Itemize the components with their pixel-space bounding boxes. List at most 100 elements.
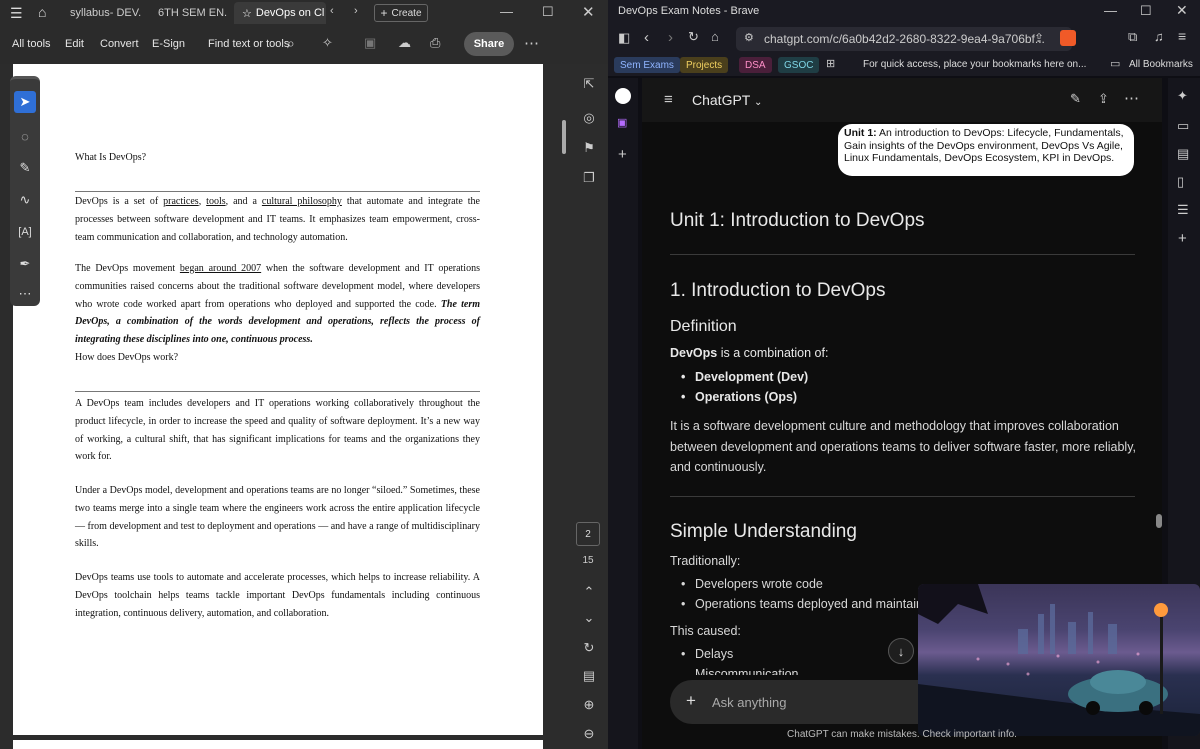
scroll-to-bottom-button[interactable]: ↓ (888, 638, 914, 664)
close-icon[interactable]: ✕ (582, 3, 595, 21)
browser-menu-icon[interactable]: ≡ (1178, 28, 1186, 44)
page-down-icon[interactable]: ⌄ (580, 610, 598, 626)
tab-devops-active[interactable]: ☆ DevOps on Cl (234, 2, 326, 24)
bookmark-sem-exams[interactable]: Sem Exams (614, 57, 680, 73)
page-fit-icon[interactable]: ▤ (580, 668, 598, 684)
pdf-scrollbar[interactable] (562, 120, 566, 154)
select-cursor-icon[interactable]: ➤ (14, 91, 36, 113)
more-options-icon[interactable]: ⋯ (524, 34, 539, 52)
upload-cloud-icon[interactable]: ☁ (398, 35, 411, 51)
new-chat-icon[interactable]: ✎ (1070, 91, 1081, 107)
wallet-icon[interactable]: ▤ (1177, 146, 1189, 162)
share-chat-icon[interactable]: ⇪ (1098, 91, 1109, 107)
rotate-icon[interactable]: ↻ (580, 640, 598, 656)
zoom-in-icon[interactable]: ⊕ (580, 697, 598, 713)
maximize-icon[interactable]: ☐ (1140, 3, 1152, 19)
page-up-icon[interactable]: ⌃ (580, 584, 598, 600)
tab-6th-sem[interactable]: 6TH SEM EN... (150, 2, 228, 24)
find-text-field[interactable]: Find text or tools (208, 38, 289, 50)
list-item: Miscommunication (695, 667, 799, 675)
link-tools[interactable]: tools (206, 196, 225, 207)
leo-ai-icon[interactable]: ▣ (617, 116, 627, 129)
all-bookmarks-link[interactable]: All Bookmarks (1129, 59, 1193, 70)
comments-panel-icon[interactable]: ◎ (580, 110, 598, 126)
link-practices[interactable]: practices (163, 196, 199, 207)
zoom-out-icon[interactable]: ⊖ (580, 726, 598, 742)
search-icon[interactable]: ⌕ (287, 35, 295, 52)
model-selector[interactable]: ChatGPT ⌄ (692, 92, 762, 108)
text-box-icon[interactable]: [A] (14, 221, 36, 243)
chatgpt-logo-icon[interactable] (615, 88, 631, 104)
highlight-pen-icon[interactable]: ✎ (14, 157, 36, 179)
traditionally-label: Traditionally: (670, 554, 741, 568)
doc-text: DevOps is a set of (75, 196, 164, 207)
tab-scroll-left-icon[interactable]: ‹ (330, 5, 334, 17)
ai-assistant-icon[interactable]: ✧ (322, 35, 333, 51)
current-page-field[interactable]: 2 (576, 522, 600, 546)
video-icon[interactable]: ▭ (1177, 118, 1189, 134)
hamburger-menu-icon[interactable]: ☰ (10, 5, 23, 22)
picture-in-picture-video[interactable] (918, 584, 1200, 736)
comment-icon[interactable]: ◌ (14, 125, 36, 147)
freehand-draw-icon[interactable]: ∿ (14, 189, 36, 211)
list-item: Development (Dev) (681, 370, 808, 384)
home-icon[interactable]: ⌂ (711, 29, 719, 44)
back-icon[interactable]: ‹ (644, 29, 649, 46)
forward-icon[interactable]: › (668, 29, 673, 46)
share-button[interactable]: Share (464, 32, 514, 56)
home-icon[interactable]: ⌂ (38, 4, 46, 20)
close-icon[interactable]: ✕ (1176, 2, 1188, 19)
add-sidebar-icon[interactable]: + (1178, 230, 1187, 247)
bookmark-dsa[interactable]: DSA (739, 57, 772, 73)
sign-pen-icon[interactable]: ✒ (14, 253, 36, 275)
link-cultural-philosophy[interactable]: cultural philosophy (262, 196, 342, 207)
definition-rest: is a combination of: (717, 346, 829, 360)
star-icon[interactable]: ☆ (242, 7, 252, 20)
doc-heading-how-does-devops-work: How does DevOps work? (75, 352, 179, 363)
pdf-page: What Is DevOps? DevOps is a set of pract… (13, 64, 543, 735)
menu-all-tools[interactable]: All tools (12, 38, 51, 50)
chat-scrollbar[interactable] (1156, 514, 1162, 528)
add-panel-icon[interactable]: + (618, 146, 627, 163)
bookmarks-icon[interactable]: ⚑ (580, 140, 598, 156)
bookmark-panel-icon[interactable]: ▯ (1177, 174, 1184, 190)
address-bar[interactable]: ⚙ chatgpt.com/c/6a0b42d2-2680-8322-9ea4-… (736, 27, 1072, 51)
bookmark-gsoc[interactable]: GSOC (778, 57, 820, 73)
print-icon[interactable]: ⎙ (430, 35, 440, 51)
chat-more-icon[interactable]: ⋯ (1124, 89, 1139, 107)
create-tab-button[interactable]: + Create (374, 4, 428, 22)
menu-convert[interactable]: Convert (100, 38, 139, 50)
divider (670, 496, 1135, 497)
tab-syllabus[interactable]: syllabus- DEV... (62, 2, 142, 24)
attach-plus-icon[interactable]: + (686, 691, 696, 711)
site-info-icon[interactable]: ⚙ (744, 31, 754, 44)
bookmark-projects[interactable]: Projects (680, 57, 729, 73)
apps-grid-icon[interactable]: ⊞ (826, 57, 835, 70)
chat-input[interactable]: + Ask anything (670, 680, 940, 724)
maximize-icon[interactable]: ☐ (542, 4, 554, 20)
extensions-icon[interactable]: ⧉ (1128, 29, 1137, 45)
definition-paragraph: It is a software development culture and… (670, 419, 1136, 474)
link-began-2007[interactable]: began around 2007 (180, 263, 261, 274)
doc-paragraph-3: A DevOps team includes developers and IT… (75, 398, 480, 463)
reload-icon[interactable]: ↻ (688, 29, 699, 45)
chat-sidebar-icon[interactable]: ≡ (664, 91, 673, 108)
reading-list-icon[interactable]: ☰ (1177, 202, 1189, 218)
menu-edit[interactable]: Edit (65, 38, 84, 50)
media-icon[interactable]: ♫ (1154, 29, 1164, 44)
menu-esign[interactable]: E-Sign (152, 38, 185, 50)
tab-label: DevOps on Cl (255, 7, 325, 19)
more-tools-icon[interactable]: ⋯ (14, 283, 36, 305)
tab-scroll-right-icon[interactable]: › (354, 5, 358, 17)
share-page-icon[interactable]: ⇪ (1034, 31, 1044, 45)
pages-thumbnails-icon[interactable]: ❐ (580, 170, 598, 186)
bookmark-label: GSOC (784, 59, 814, 71)
sidebar-toggle-icon[interactable]: ◧ (618, 30, 630, 46)
ai-sparkle-icon[interactable]: ✦ (1177, 88, 1188, 104)
brave-shields-icon[interactable] (1060, 30, 1076, 46)
minimize-icon[interactable]: — (1104, 3, 1117, 18)
save-icon[interactable]: ▣ (364, 35, 376, 51)
pdf-toolbar: All tools Edit Convert E-Sign Find text … (0, 26, 608, 64)
minimize-icon[interactable]: — (500, 4, 513, 19)
export-pdf-icon[interactable]: ⇱ (580, 76, 598, 92)
